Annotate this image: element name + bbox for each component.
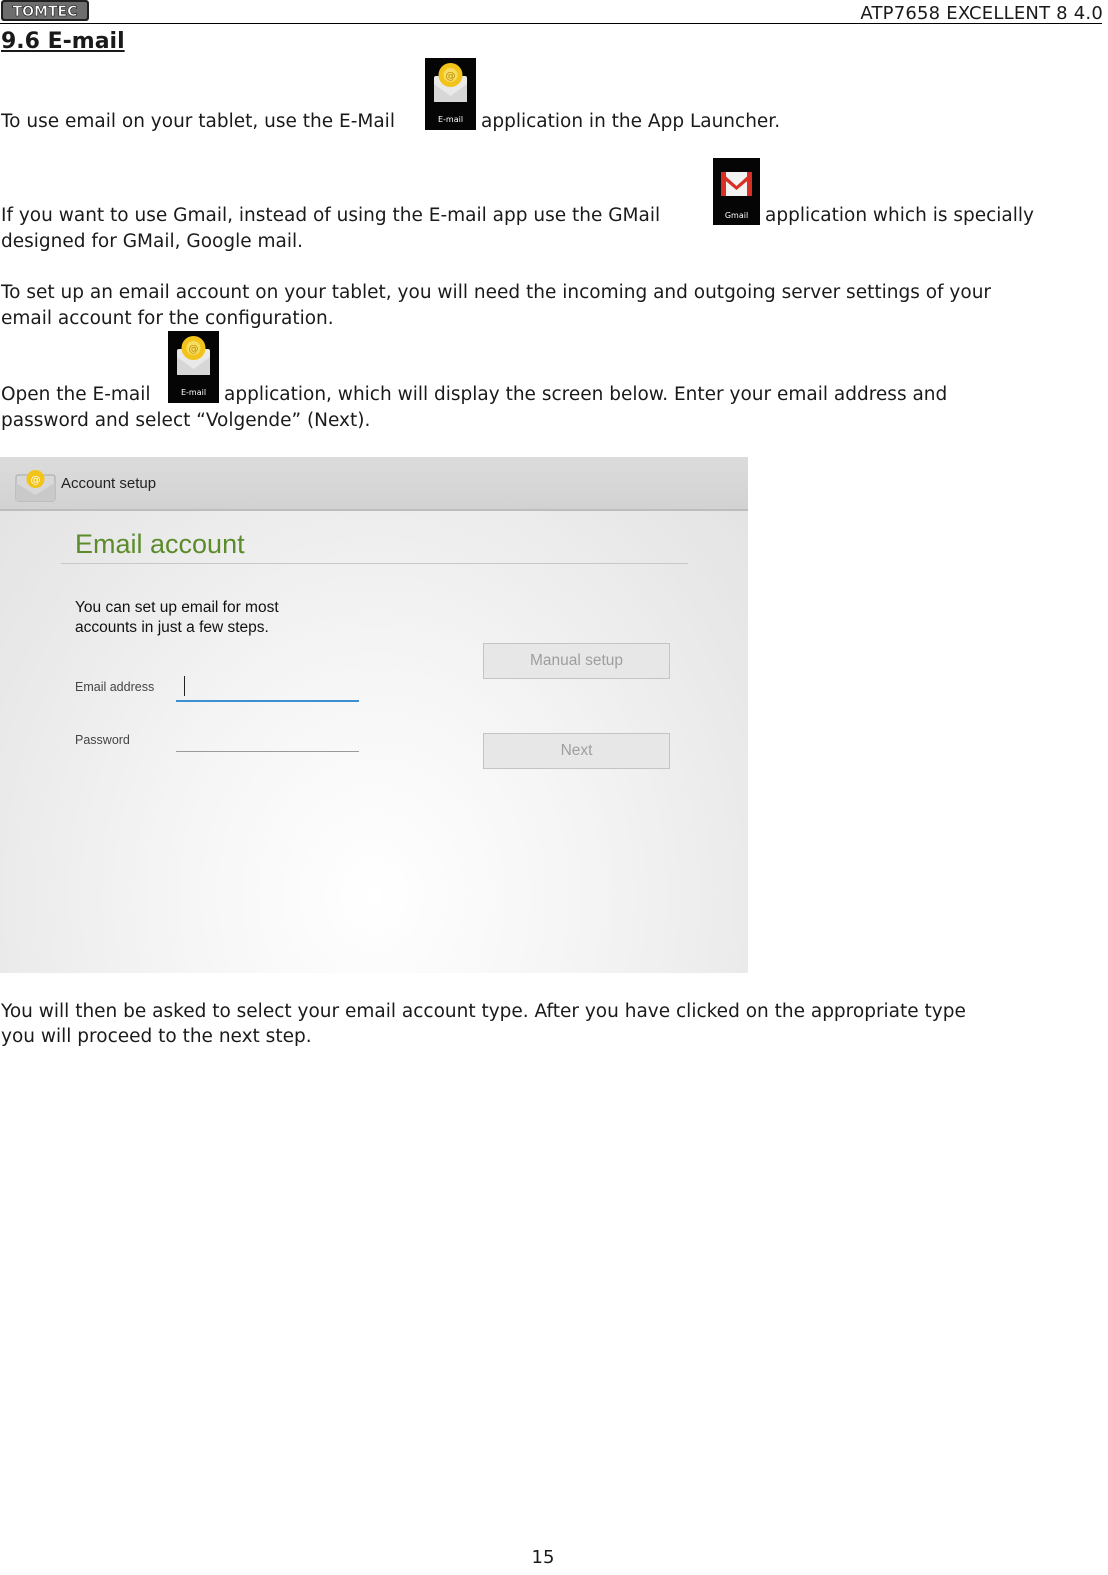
gmail-app-icon: Gmail [713, 158, 760, 225]
paragraph-server-settings: To set up an email account on your table… [1, 282, 992, 303]
svg-text:E-mail: E-mail [438, 115, 463, 124]
email-account-title: Email account [75, 529, 245, 559]
document-title: ATP7658 EXCELLENT 8 4.0 [860, 3, 1103, 24]
email-app-icon-small: @ [15, 470, 56, 502]
page-number: 15 [531, 1547, 555, 1568]
header-divider [0, 23, 1102, 24]
tomtec-logo: TOMTEC [1, 0, 89, 21]
paragraph-open-email: Open the E-mail [1, 384, 151, 405]
svg-text:TOMTEC: TOMTEC [13, 4, 78, 20]
action-bar-title: Account setup [61, 475, 157, 492]
section-heading: 9.6 E-mail [1, 29, 125, 54]
paragraph-gmail: If you want to use Gmail, instead of usi… [1, 205, 661, 226]
paragraph-account-type: You will then be asked to select your em… [1, 1001, 966, 1022]
password-input[interactable] [176, 723, 359, 752]
email-app-icon-2: @ E-mail [168, 331, 219, 403]
svg-text:Gmail: Gmail [725, 211, 748, 220]
svg-text:@: @ [189, 344, 199, 355]
email-address-input[interactable] [176, 670, 359, 702]
email-address-label: Email address [75, 680, 155, 694]
setup-intro-text: You can set up email for most accounts i… [75, 599, 279, 636]
account-setup-screenshot: @ Account setup Email account You can se… [0, 457, 748, 973]
password-label: Password [75, 733, 130, 747]
text-cursor [184, 676, 185, 696]
next-button[interactable]: Next [483, 733, 670, 769]
paragraph-email-intro: To use email on your tablet, use the E-M… [1, 111, 395, 132]
email-app-icon: @ E-mail [425, 58, 476, 130]
svg-text:@: @ [446, 71, 456, 82]
title-divider [61, 563, 688, 564]
svg-text:E-mail: E-mail [181, 388, 206, 397]
svg-text:@: @ [31, 475, 41, 486]
manual-setup-button[interactable]: Manual setup [483, 643, 670, 679]
